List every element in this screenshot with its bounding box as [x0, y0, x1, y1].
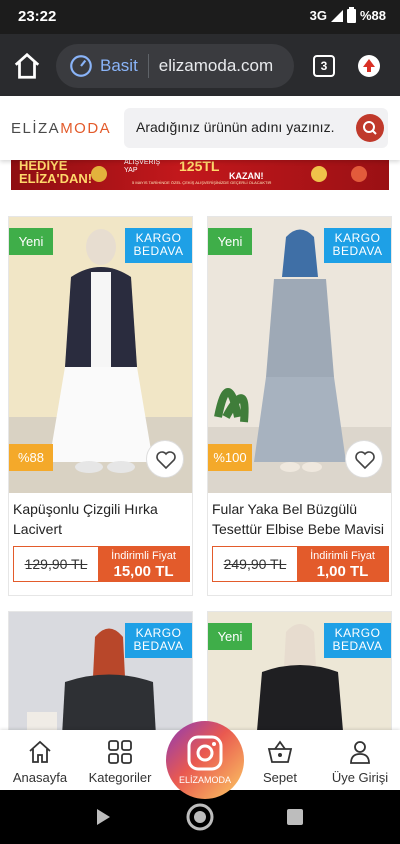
discounted-price-block: İndirimli Fiyat 15,00 TL	[98, 547, 189, 581]
network-type: 3G	[309, 8, 327, 23]
status-bar: 23:22 3G %88	[0, 0, 400, 34]
product-name[interactable]: Kapüşonlu Çizgili Hırka Lacivert	[13, 499, 190, 539]
search-input[interactable]: Aradığınız ürünün adını yazınız.	[124, 108, 388, 148]
instagram-button[interactable]: ELİZAMODA	[166, 721, 244, 799]
old-price: 249,90 TL	[223, 556, 287, 572]
nav-cart[interactable]: Sepet	[240, 738, 320, 785]
cargo-line1: KARGO	[135, 231, 182, 245]
basket-icon	[267, 740, 293, 763]
discounted-price-label: İndirimli Fiyat	[111, 550, 176, 562]
cargo-line1: KARGO	[135, 626, 182, 640]
battery-icon	[346, 6, 356, 23]
user-icon	[350, 741, 370, 764]
favorite-button[interactable]	[345, 440, 383, 478]
tab-switcher-button[interactable]: 3	[313, 55, 335, 77]
page-info-icon[interactable]	[68, 53, 94, 79]
new-badge: Yeni	[208, 623, 252, 650]
nav-home[interactable]: Anasayfa	[0, 738, 80, 785]
ornament-icon	[351, 166, 367, 182]
discount-badge: %88	[9, 444, 53, 471]
heart-icon	[156, 451, 176, 470]
ornament-icon	[311, 166, 327, 182]
instagram-icon	[187, 735, 223, 771]
home-icon	[29, 740, 51, 763]
new-badge: Yeni	[208, 228, 252, 255]
logo-text-accent: MODA	[60, 120, 112, 137]
discounted-price: 1,00 TL	[316, 563, 369, 580]
old-price: 129,90 TL	[24, 556, 88, 572]
logo-text-primary: ELİZA	[11, 120, 61, 137]
new-badge: Yeni	[9, 228, 53, 255]
search-button[interactable]	[356, 114, 384, 142]
free-shipping-badge: KARGO BEDAVA	[125, 623, 192, 658]
browser-toolbar: Basit elizamoda.com 3	[0, 34, 400, 96]
ornament-icon	[91, 166, 107, 182]
site-header: ELİZAMODA Aradığınız ürünün adını yazını…	[0, 96, 400, 160]
status-icons: 3G %88	[309, 6, 386, 23]
banner-title: HEDİYE ELİZA'DAN!	[19, 159, 92, 185]
nav-categories[interactable]: Kategoriler	[80, 738, 160, 785]
address-separator	[147, 54, 149, 78]
signal-icon	[330, 9, 343, 22]
free-shipping-badge: KARGO BEDAVA	[324, 623, 391, 658]
cargo-line2: BEDAVA	[332, 639, 383, 653]
nav-categories-label: Kategoriler	[88, 770, 152, 785]
home-icon[interactable]	[12, 51, 42, 81]
free-shipping-badge: KARGO BEDAVA	[324, 228, 391, 263]
grid-icon	[108, 740, 132, 764]
cargo-line1: KARGO	[334, 626, 381, 640]
discounted-price-label: İndirimli Fiyat	[310, 550, 375, 562]
banner-small-text: ALIŞVERİŞ YAP	[124, 159, 160, 175]
free-shipping-badge: KARGO BEDAVA	[125, 228, 192, 263]
product-name[interactable]: Fular Yaka Bel Büzgülü Tesettür Elbise B…	[212, 499, 389, 539]
back-icon[interactable]	[97, 809, 110, 825]
update-icon[interactable]	[358, 55, 380, 77]
url-text[interactable]: elizamoda.com	[159, 56, 273, 76]
battery-level: %88	[359, 8, 386, 23]
discounted-price-block: İndirimli Fiyat 1,00 TL	[297, 547, 388, 581]
nav-login-label: Üye Girişi	[331, 770, 389, 785]
nav-login[interactable]: Üye Girişi	[320, 738, 400, 785]
home-dot-icon	[194, 811, 206, 823]
banner-fine-print: 5 MAYIS TARİHİNDE ÖZEL ÇEKİŞ ALIŞVERİŞİN…	[132, 180, 272, 185]
price-box: 249,90 TL İndirimli Fiyat 1,00 TL	[212, 546, 389, 582]
search-placeholder: Aradığınız ürünün adını yazınız.	[136, 119, 335, 135]
status-time: 23:22	[18, 8, 57, 25]
nav-cart-label: Sepet	[263, 770, 297, 785]
cargo-line2: BEDAVA	[133, 639, 184, 653]
nav-home-label: Anasayfa	[12, 770, 68, 785]
banner-small2: YAP	[124, 167, 138, 174]
banner-amount: 125TL	[179, 158, 220, 174]
instagram-label: ELİZAMODA	[178, 775, 231, 785]
banner-line2: ELİZA'DAN!	[19, 171, 93, 186]
recents-icon[interactable]	[287, 809, 303, 825]
product-card[interactable]: Yeni KARGO BEDAVA %100 Fular Yaka Bel Bü…	[207, 216, 392, 596]
product-card[interactable]: Yeni KARGO BEDAVA %88 Kapüşonlu Çizgili …	[8, 216, 193, 596]
heart-icon	[355, 451, 375, 470]
cargo-line1: KARGO	[334, 231, 381, 245]
price-box: 129,90 TL İndirimli Fiyat 15,00 TL	[13, 546, 190, 582]
discount-badge: %100	[208, 444, 252, 471]
address-bar[interactable]: Basit elizamoda.com	[56, 44, 294, 88]
discounted-price: 15,00 TL	[113, 563, 174, 580]
search-icon	[363, 121, 377, 135]
favorite-button[interactable]	[146, 440, 184, 478]
banner-small1: ALIŞVERİŞ	[124, 159, 161, 166]
promo-banner[interactable]: HEDİYE ELİZA'DAN! ALIŞVERİŞ YAP 125TL KA…	[11, 158, 389, 190]
cargo-line2: BEDAVA	[332, 244, 383, 258]
cargo-line2: BEDAVA	[133, 244, 184, 258]
security-label: Basit	[100, 56, 138, 75]
site-logo[interactable]: ELİZAMODA	[11, 120, 111, 137]
